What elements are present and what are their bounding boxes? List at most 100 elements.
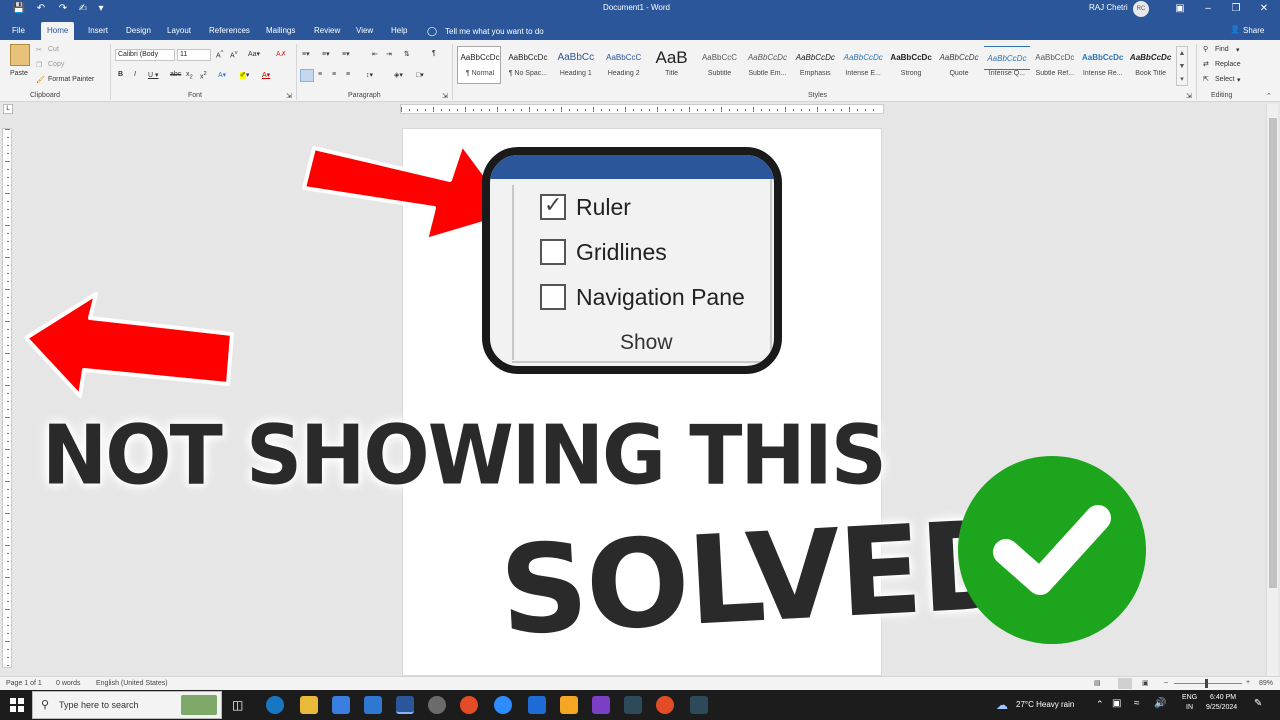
italic-icon[interactable]: I [134,71,136,78]
borders-icon[interactable]: □▾ [416,71,424,79]
style-item[interactable]: AaBbCcDc Intense E... [840,46,886,86]
zoom-in-icon[interactable]: + [1246,679,1250,686]
increase-indent-icon[interactable]: ⇥ [386,50,392,58]
language-status[interactable]: English (United States) [96,680,168,687]
customize-qat-icon[interactable]: ▾ [94,2,108,16]
shading-icon[interactable]: ◈▾ [394,71,403,79]
file-explorer-icon[interactable] [300,696,318,714]
font-color-icon[interactable]: A▾ [262,71,270,79]
tab-file[interactable]: File [6,22,31,40]
align-center-icon[interactable]: ≡ [318,71,322,78]
font-size-box[interactable]: 11 [177,49,211,61]
tab-home[interactable]: Home [41,22,75,40]
minimize-button[interactable]: – [1194,0,1222,18]
style-item[interactable]: AaBbCcDc Intense Q... [983,46,1030,86]
clock-time[interactable]: 6:40 PM [1210,694,1236,701]
ribbon-display-icon[interactable]: ▣ [1166,0,1194,18]
paste-icon[interactable] [10,44,30,66]
restore-button[interactable]: ❐ [1222,0,1250,18]
system-tray-icon[interactable]: ⌃ [1096,699,1104,710]
style-item[interactable]: AaBbCcC Subtitle [697,46,743,86]
align-right-icon[interactable]: ≡ [332,71,336,78]
change-case-icon[interactable]: Aa▾ [248,50,260,58]
network-icon[interactable]: ▣ [1112,698,1121,709]
mail-icon[interactable] [364,696,382,714]
zoom-slider[interactable] [1174,683,1242,684]
tab-mailings[interactable]: Mailings [260,22,301,40]
volume-icon[interactable]: 🔊 [1154,698,1166,709]
task-view-icon[interactable]: ◫ [232,698,243,712]
share-icon[interactable]: 👤 [1230,25,1240,34]
style-item[interactable]: AaBbCcDc ¶ Normal [457,46,503,86]
app-icon[interactable] [428,696,446,714]
font-name-box[interactable]: Calibri (Body [115,49,175,61]
subscript-icon[interactable]: x2 [186,71,193,80]
show-marks-icon[interactable]: ¶ [432,50,436,57]
gridlines-checkbox[interactable] [540,239,566,265]
share-button[interactable]: Share [1243,26,1264,35]
zoom-app-icon[interactable] [494,696,512,714]
notifications-icon[interactable]: ✎ [1254,698,1262,709]
horizontal-ruler[interactable] [400,104,884,114]
cut-button[interactable]: Cut [48,46,59,53]
style-item[interactable]: AaBbCcDc Emphasis [792,46,838,86]
ruler-checkbox[interactable]: ✓ [540,192,566,220]
style-item[interactable]: AaBbCcDc Subtle Em... [744,46,790,86]
style-item[interactable]: AaBbCc Heading 1 [553,46,599,86]
style-item[interactable]: AaBbCcDc Subtle Ref... [1032,46,1078,86]
scroll-thumb[interactable] [1269,118,1277,588]
style-item[interactable]: AaB Title [649,46,695,86]
style-item[interactable]: AaBbCcDc Intense Re... [1080,46,1126,86]
decrease-indent-icon[interactable]: ⇤ [372,50,378,58]
page-count[interactable]: Page 1 of 1 [6,680,42,687]
sort-icon[interactable]: ⇅ [404,50,410,58]
wifi-icon[interactable]: ≈ [1134,698,1140,709]
app-icon[interactable] [592,696,610,714]
redo-icon[interactable]: ↷ [56,2,70,16]
copy-button[interactable]: Copy [48,61,64,68]
store-icon[interactable] [332,696,350,714]
touch-mode-icon[interactable]: ✍ [76,2,90,16]
weather-icon[interactable]: ☁ [996,698,1008,712]
tab-design[interactable]: Design [120,22,157,40]
clock-date[interactable]: 9/25/2024 [1206,704,1237,711]
paste-button[interactable]: Paste [10,70,28,77]
styles-scroll[interactable]: ▲ ▼ ▾ [1176,46,1188,86]
format-painter-button[interactable]: Format Painter [48,76,94,83]
taskbar-search-input[interactable]: Type here to search [59,700,139,710]
weather-status[interactable]: 27°C Heavy rain [1016,700,1074,709]
zoom-level[interactable]: 89% [1259,680,1273,687]
style-item[interactable]: AaBbCcDc Strong [888,46,934,86]
tell-me-search[interactable]: Tell me what you want to do [445,27,544,36]
save-icon[interactable]: 💾 [12,2,26,16]
style-item[interactable]: AaBbCcC Heading 2 [601,46,647,86]
style-item[interactable]: AaBbCcDc ¶ No Spac... [505,46,551,86]
web-layout-icon[interactable]: ▣ [1142,679,1149,687]
tab-help[interactable]: Help [385,22,413,40]
align-left-icon[interactable] [300,69,314,82]
read-mode-icon[interactable]: ▤ [1094,679,1101,687]
highlight-icon[interactable]: ✐▾ [240,71,249,79]
multilevel-list-icon[interactable]: ≡▾ [342,50,350,58]
clear-formatting-icon[interactable]: A✗ [276,50,287,58]
undo-icon[interactable]: ↶ [34,2,48,16]
word-taskbar-icon[interactable] [396,696,414,714]
edge-icon[interactable] [266,696,284,714]
print-layout-icon[interactable] [1118,678,1132,689]
style-item[interactable]: AaBbCcDc Quote [936,46,982,86]
grow-font-icon[interactable]: A^ [216,50,223,59]
styles-dialog-launcher-icon[interactable]: ⇲ [1186,92,1192,100]
windows-start-icon[interactable] [10,698,24,712]
chrome-icon[interactable] [460,696,478,714]
zoom-slider-thumb[interactable] [1205,679,1208,688]
tab-references[interactable]: References [203,22,256,40]
select-button[interactable]: Select [1215,76,1234,83]
font-dialog-launcher-icon[interactable]: ⇲ [286,92,292,100]
bullets-icon[interactable]: ≡▾ [302,50,310,58]
tab-review[interactable]: Review [308,22,346,40]
app-icon[interactable] [690,696,708,714]
replace-button[interactable]: Replace [1215,61,1241,68]
find-button[interactable]: Find [1215,46,1229,53]
vertical-ruler[interactable] [2,128,12,668]
vertical-scrollbar[interactable] [1266,104,1278,676]
